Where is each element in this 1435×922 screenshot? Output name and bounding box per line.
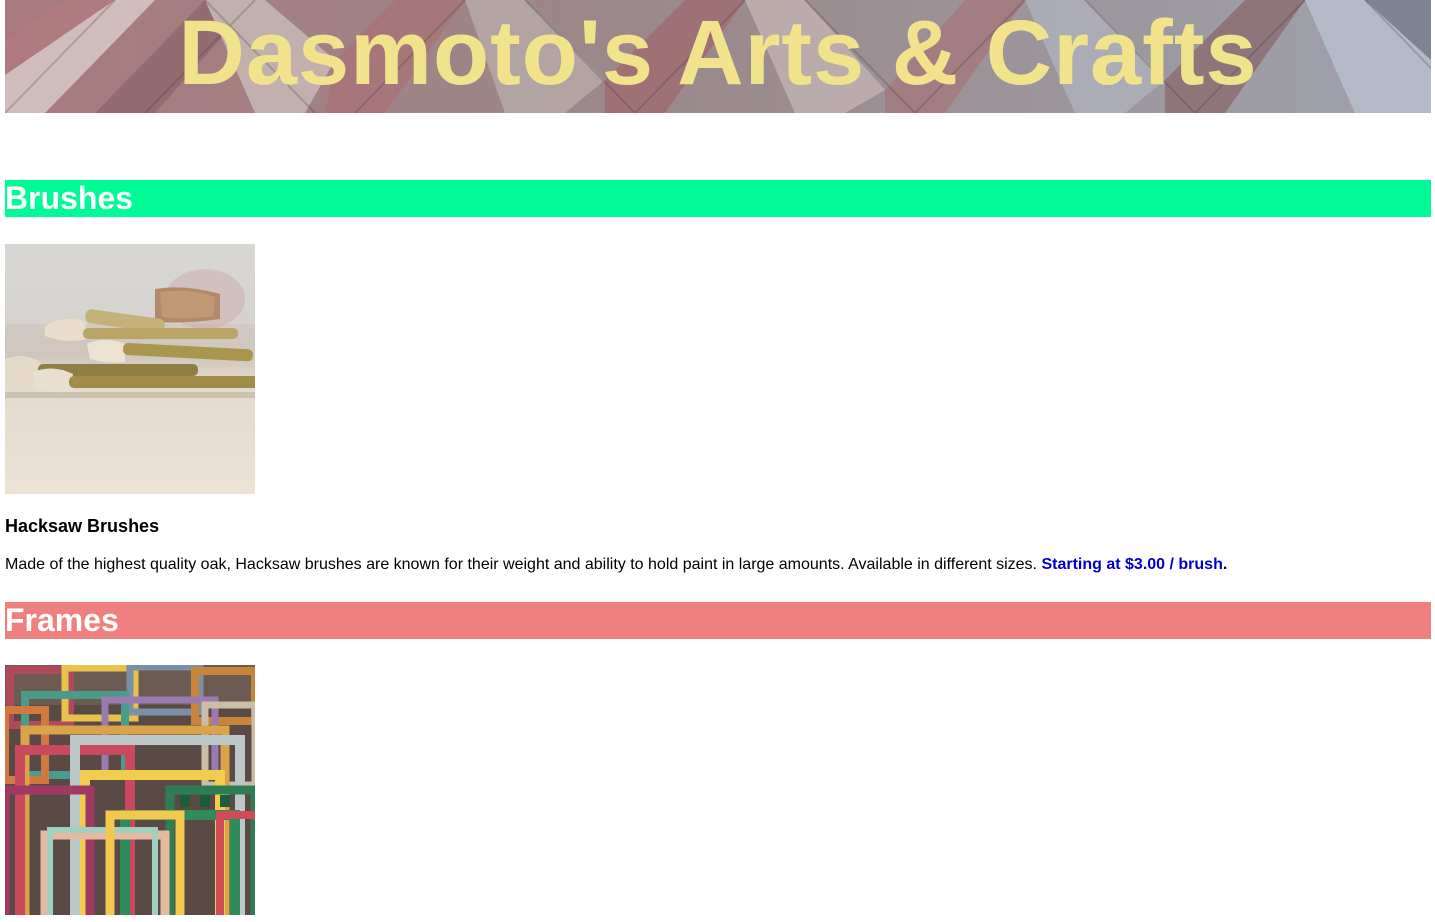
price-text: Starting at $3.00 / brush — [1041, 556, 1223, 573]
product-description: Made of the highest quality oak, Hacksaw… — [5, 555, 1227, 575]
frames-heading: Frames — [5, 602, 1431, 639]
page: Dasmoto's Arts & Crafts Brushes Hacksaw … — [0, 0, 1435, 922]
frames-image — [5, 665, 255, 915]
product-title: Hacksaw Brushes — [5, 516, 160, 536]
header-banner: Dasmoto's Arts & Crafts — [5, 0, 1431, 113]
page-title: Dasmoto's Arts & Crafts — [178, 2, 1258, 104]
description-text: Made of the highest quality oak, Hacksaw… — [5, 556, 1037, 573]
price-suffix: . — [1222, 556, 1228, 573]
brushes-image — [5, 244, 255, 494]
brushes-heading: Brushes — [5, 180, 1431, 217]
